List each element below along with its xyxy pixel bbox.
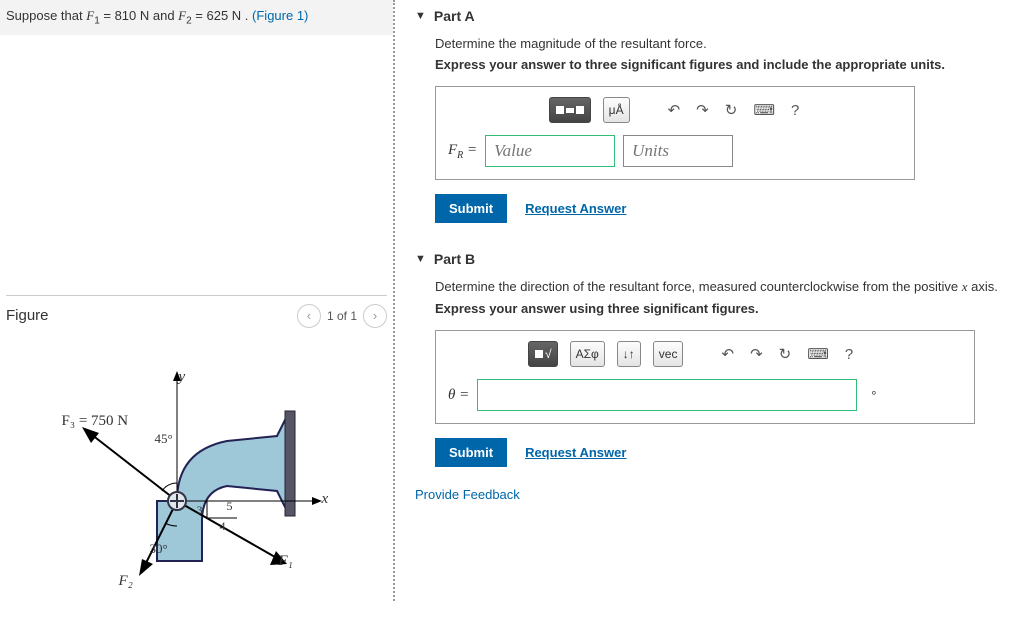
help-button[interactable]: ?: [843, 346, 855, 363]
redo-button[interactable]: ↷: [694, 101, 711, 119]
keyboard-button[interactable]: ⌨: [751, 101, 777, 119]
templates-button[interactable]: [549, 97, 591, 123]
fr-label: FR =: [448, 142, 477, 161]
units-button[interactable]: μÅ: [603, 97, 630, 123]
help-button[interactable]: ?: [789, 102, 801, 119]
F2-value: = 625 N .: [192, 8, 252, 23]
part-a-answer-box: μÅ ↶ ↷ ↻ ⌨ ? FR =: [435, 86, 915, 180]
tri-5-label: 5: [227, 499, 233, 514]
theta-input[interactable]: [477, 379, 857, 411]
subscript-button[interactable]: ↓↑: [617, 341, 641, 367]
part-b-desc: Determine the direction of the resultant…: [435, 279, 1024, 295]
submit-button-b[interactable]: Submit: [435, 438, 507, 467]
submit-button-a[interactable]: Submit: [435, 194, 507, 223]
F1-label: F₁: [279, 553, 293, 570]
tri-3-label: 3: [197, 503, 203, 518]
collapse-icon[interactable]: ▼: [415, 253, 426, 265]
F3-label: F₃ = 750 N: [62, 413, 129, 430]
F2-label: F₂: [119, 573, 133, 590]
pager-next-button[interactable]: ›: [363, 304, 387, 328]
value-input[interactable]: [485, 135, 615, 167]
angle-45-label: 45°: [155, 431, 173, 447]
redo-button[interactable]: ↷: [748, 345, 765, 363]
problem-text: Suppose that: [6, 8, 86, 23]
problem-statement: Suppose that F1 = 810 N and F2 = 625 N .…: [0, 0, 393, 35]
units-input[interactable]: [623, 135, 733, 167]
provide-feedback-link[interactable]: Provide Feedback: [415, 487, 1024, 502]
part-a-title: Part A: [434, 8, 475, 24]
reset-button[interactable]: ↻: [777, 345, 794, 363]
F1-symbol: F: [86, 8, 94, 23]
part-b: ▼ Part B Determine the direction of the …: [415, 243, 1024, 467]
part-b-title: Part B: [434, 251, 475, 267]
pager-text: 1 of 1: [327, 309, 357, 323]
tri-4-label: 4: [220, 519, 226, 534]
part-a: ▼ Part A Determine the magnitude of the …: [415, 0, 1024, 223]
figure-pager: ‹ 1 of 1 ›: [297, 304, 387, 328]
F1-value: = 810 N and: [100, 8, 178, 23]
angle-30-label: 30°: [150, 541, 168, 557]
vector-button[interactable]: vec: [653, 341, 684, 367]
figure-diagram: y x F₃ = 750 N 45° 30° F₂ F₁ 5 4 3: [27, 351, 367, 601]
theta-label: θ =: [448, 387, 469, 404]
figure-link[interactable]: (Figure 1): [252, 8, 308, 23]
request-answer-a[interactable]: Request Answer: [525, 201, 626, 216]
F2-symbol: F: [178, 8, 186, 23]
pager-prev-button[interactable]: ‹: [297, 304, 321, 328]
axis-y-label: y: [179, 369, 186, 386]
axis-x-label: x: [322, 491, 329, 508]
undo-button[interactable]: ↶: [719, 345, 736, 363]
greek-button[interactable]: ΑΣφ: [570, 341, 605, 367]
part-a-instr: Express your answer to three significant…: [435, 57, 1024, 72]
part-b-instr: Express your answer using three signific…: [435, 301, 1024, 316]
collapse-icon[interactable]: ▼: [415, 10, 426, 22]
reset-button[interactable]: ↻: [723, 101, 740, 119]
undo-button[interactable]: ↶: [666, 101, 683, 119]
request-answer-b[interactable]: Request Answer: [525, 445, 626, 460]
part-b-answer-box: √ ΑΣφ ↓↑ vec ↶ ↷ ↻ ⌨ ? θ = °: [435, 330, 975, 424]
figure-title: Figure: [6, 307, 49, 324]
keyboard-button[interactable]: ⌨: [805, 345, 831, 363]
degree-symbol: °: [871, 388, 876, 403]
part-a-desc: Determine the magnitude of the resultant…: [435, 36, 1024, 51]
templates-button[interactable]: √: [528, 341, 558, 367]
